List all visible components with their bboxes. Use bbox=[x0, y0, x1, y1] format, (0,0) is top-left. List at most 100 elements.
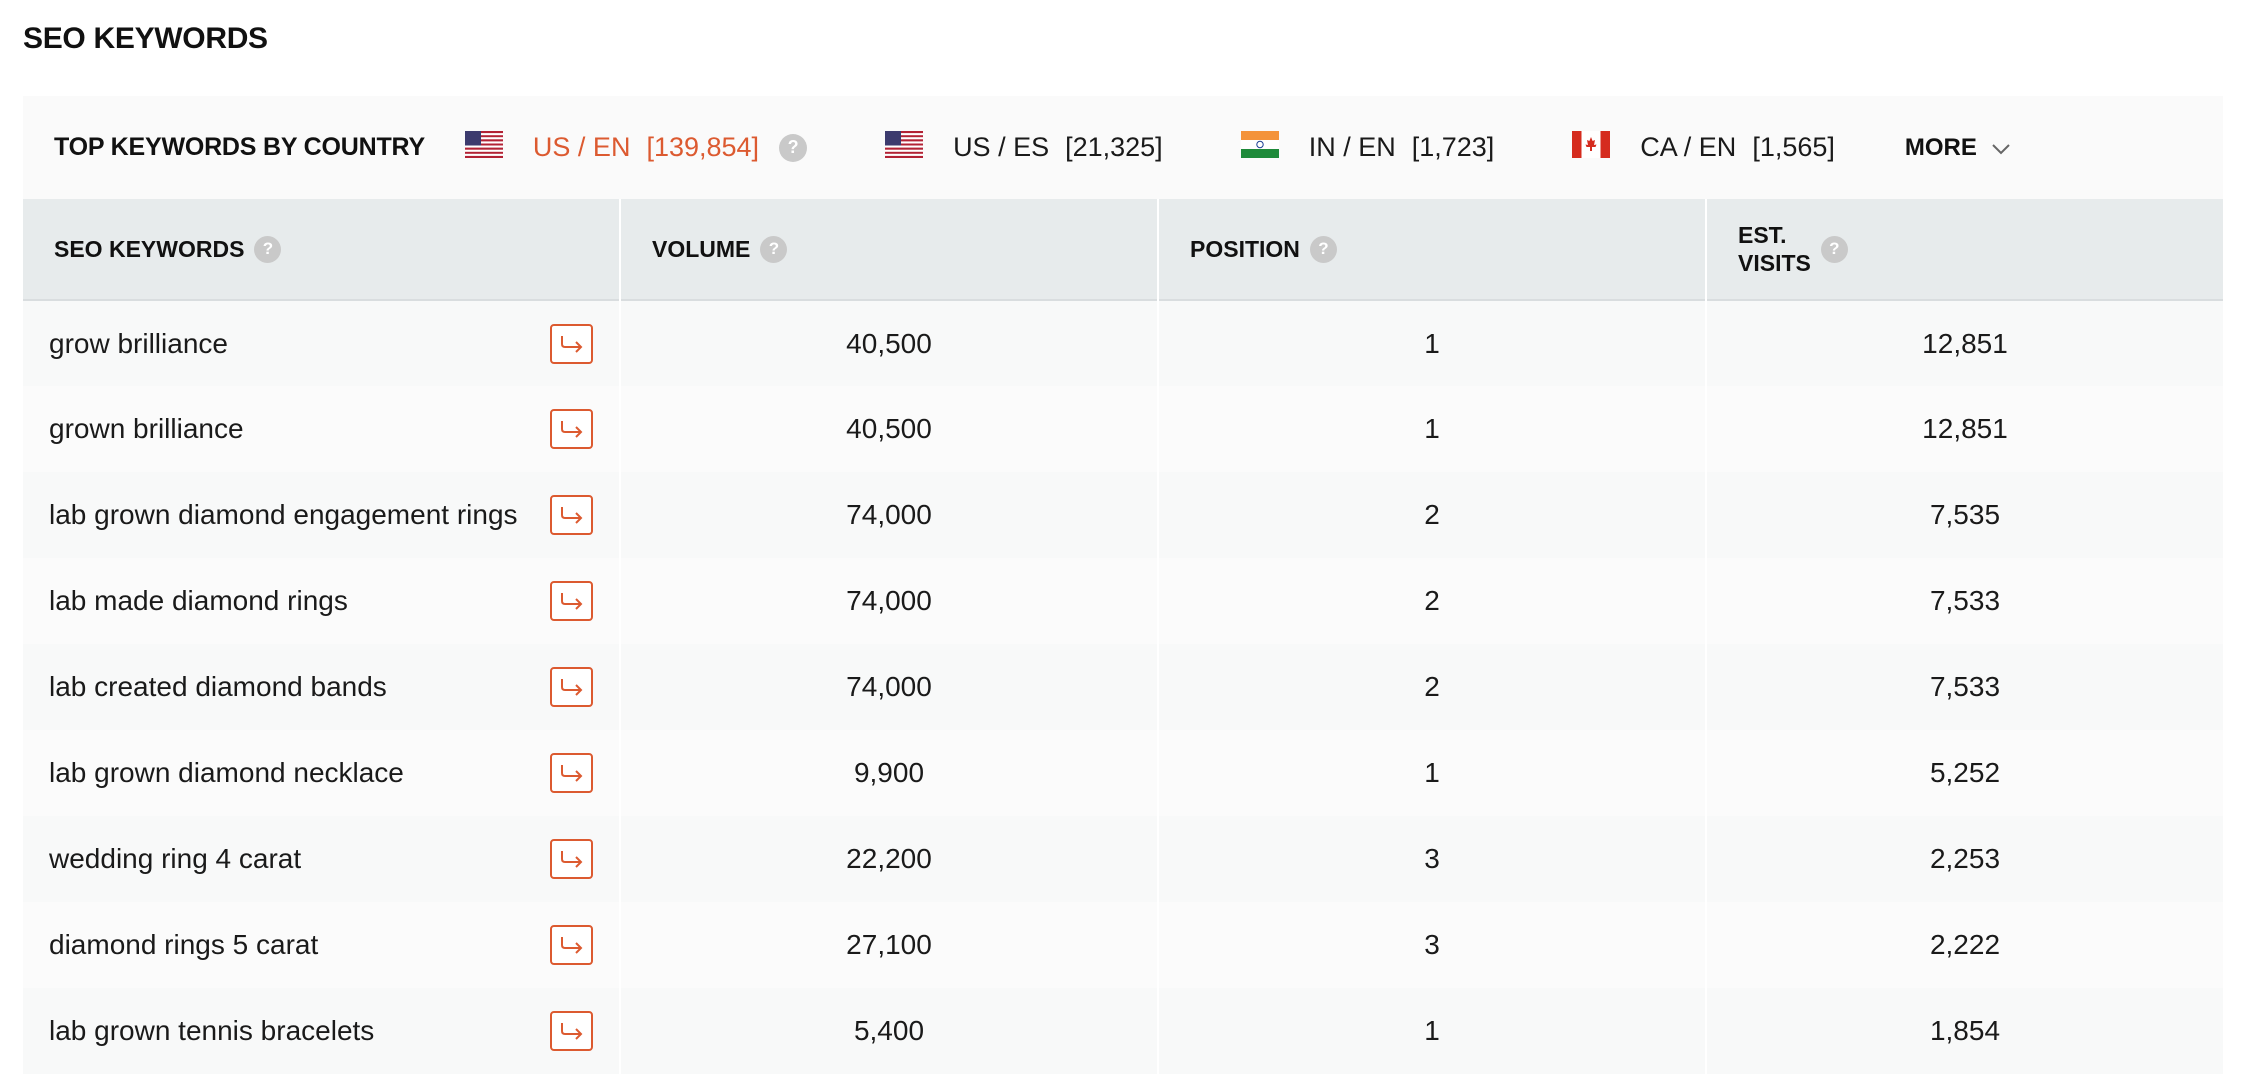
column-header-label: SEO KEYWORDS bbox=[54, 235, 245, 262]
arrow-turn-right-icon bbox=[560, 507, 582, 524]
open-keyword-button[interactable] bbox=[550, 839, 593, 879]
seo-keywords-page: SEO KEYWORDS TOP KEYWORDS BY COUNTRY US … bbox=[0, 0, 2246, 1092]
arrow-turn-right-icon bbox=[560, 593, 582, 610]
volume-cell: 9,900 bbox=[620, 730, 1159, 816]
country-tab-code: IN / EN bbox=[1308, 132, 1396, 162]
arrow-turn-right-icon bbox=[560, 765, 582, 782]
country-bar: TOP KEYWORDS BY COUNTRY US / EN [139,854… bbox=[23, 96, 2223, 199]
column-header-keywords: SEO KEYWORDS ? bbox=[23, 199, 621, 300]
position-cell: 2 bbox=[1158, 472, 1707, 558]
keyword-text: lab grown diamond engagement rings bbox=[49, 499, 518, 530]
position-cell: 2 bbox=[1158, 644, 1707, 730]
volume-cell: 40,500 bbox=[620, 386, 1159, 472]
arrow-turn-right-icon bbox=[560, 851, 582, 868]
keyword-text: lab grown diamond necklace bbox=[49, 757, 404, 788]
country-tab-in-en[interactable]: IN / EN [1,723] bbox=[1240, 130, 1494, 165]
keyword-text: diamond rings 5 carat bbox=[49, 929, 319, 960]
table-row: lab grown diamond necklace 9,900 1 5,252 bbox=[23, 730, 2223, 816]
chevron-down-icon bbox=[1991, 134, 2011, 162]
page-title: SEO KEYWORDS bbox=[23, 22, 268, 55]
country-tab-count: [21,325] bbox=[1065, 132, 1163, 162]
country-tab-us-es[interactable]: US / ES [21,325] bbox=[885, 130, 1163, 165]
keyword-text: wedding ring 4 carat bbox=[49, 843, 302, 874]
keywords-panel: TOP KEYWORDS BY COUNTRY US / EN [139,854… bbox=[23, 96, 2223, 1074]
open-keyword-button[interactable] bbox=[550, 753, 593, 793]
column-header-label: VOLUME bbox=[652, 235, 751, 262]
table-row: lab created diamond bands 74,000 2 7,533 bbox=[23, 644, 2223, 730]
volume-cell: 74,000 bbox=[620, 558, 1159, 644]
us-flag-icon bbox=[464, 130, 503, 165]
help-icon[interactable]: ? bbox=[1820, 235, 1848, 263]
country-tab-code: US / EN bbox=[532, 132, 631, 162]
help-icon[interactable]: ? bbox=[779, 133, 808, 162]
open-keyword-button[interactable] bbox=[550, 1011, 593, 1051]
keyword-cell: lab grown diamond engagement rings bbox=[23, 472, 621, 558]
keyword-cell: lab grown diamond necklace bbox=[23, 730, 621, 816]
table-row: lab made diamond rings 74,000 2 7,533 bbox=[23, 558, 2223, 644]
open-keyword-button[interactable] bbox=[550, 581, 593, 621]
help-icon[interactable]: ? bbox=[1309, 235, 1337, 263]
volume-cell: 40,500 bbox=[620, 300, 1159, 386]
open-keyword-button[interactable] bbox=[550, 409, 593, 449]
position-cell: 1 bbox=[1158, 300, 1707, 386]
keyword-cell: diamond rings 5 carat bbox=[23, 902, 621, 988]
table-row: wedding ring 4 carat 22,200 3 2,253 bbox=[23, 816, 2223, 902]
keyword-text: grow brilliance bbox=[49, 327, 228, 359]
est-visits-cell: 12,851 bbox=[1706, 386, 2223, 472]
keyword-cell: grown brilliance bbox=[23, 386, 621, 472]
table-row: lab grown tennis bracelets 5,400 1 1,854 bbox=[23, 988, 2223, 1074]
keyword-text: grown brilliance bbox=[49, 413, 244, 444]
more-label: MORE bbox=[1904, 133, 1977, 161]
country-tab-count: [1,565] bbox=[1752, 132, 1835, 162]
position-cell: 3 bbox=[1158, 816, 1707, 902]
keyword-cell: lab created diamond bands bbox=[23, 644, 621, 730]
arrow-turn-right-icon bbox=[560, 335, 582, 353]
canada-flag-icon bbox=[1572, 130, 1611, 165]
table-row: grown brilliance 40,500 1 12,851 bbox=[23, 386, 2223, 472]
volume-cell: 74,000 bbox=[620, 644, 1159, 730]
table-row: lab grown diamond engagement rings 74,00… bbox=[23, 472, 2223, 558]
arrow-turn-right-icon bbox=[560, 1023, 582, 1040]
country-bar-label: TOP KEYWORDS BY COUNTRY bbox=[54, 133, 425, 161]
table-row: grow brilliance 40,500 1 12,851 bbox=[23, 300, 2223, 386]
arrow-turn-right-icon bbox=[560, 679, 582, 696]
arrow-turn-right-icon bbox=[560, 937, 582, 954]
volume-cell: 22,200 bbox=[620, 816, 1159, 902]
position-cell: 3 bbox=[1158, 902, 1707, 988]
help-icon[interactable]: ? bbox=[254, 235, 282, 263]
keyword-text: lab created diamond bands bbox=[49, 671, 387, 702]
table-header-row: SEO KEYWORDS ? VOLUME ? POSITION ? EST. … bbox=[23, 199, 2223, 300]
est-visits-cell: 1,854 bbox=[1706, 988, 2223, 1074]
us-flag-icon bbox=[885, 130, 924, 165]
volume-cell: 5,400 bbox=[620, 988, 1159, 1074]
est-visits-cell: 2,253 bbox=[1706, 816, 2223, 902]
country-tab-ca-en[interactable]: CA / EN [1,565] bbox=[1572, 130, 1835, 165]
column-header-label: EST. VISITS bbox=[1738, 222, 1811, 276]
est-visits-cell: 7,535 bbox=[1706, 472, 2223, 558]
est-visits-cell: 12,851 bbox=[1706, 300, 2223, 386]
open-keyword-button[interactable] bbox=[550, 925, 593, 965]
arrow-turn-right-icon bbox=[560, 421, 582, 438]
more-countries-button[interactable]: MORE bbox=[1905, 134, 2011, 162]
keyword-text: lab grown tennis bracelets bbox=[49, 1015, 375, 1046]
volume-cell: 74,000 bbox=[620, 472, 1159, 558]
keywords-table: SEO KEYWORDS ? VOLUME ? POSITION ? EST. … bbox=[23, 199, 2223, 1074]
keyword-cell: lab made diamond rings bbox=[23, 558, 621, 644]
column-header-position: POSITION ? bbox=[1158, 199, 1707, 300]
est-visits-cell: 7,533 bbox=[1706, 558, 2223, 644]
open-keyword-button[interactable] bbox=[550, 323, 593, 364]
keyword-cell: wedding ring 4 carat bbox=[23, 816, 621, 902]
open-keyword-button[interactable] bbox=[550, 495, 593, 535]
est-visits-cell: 2,222 bbox=[1706, 902, 2223, 988]
table-row: diamond rings 5 carat 27,100 3 2,222 bbox=[23, 902, 2223, 988]
position-cell: 1 bbox=[1158, 988, 1707, 1074]
help-icon[interactable]: ? bbox=[760, 235, 788, 263]
country-tab-count: [139,854] bbox=[646, 132, 760, 162]
open-keyword-button[interactable] bbox=[550, 667, 593, 707]
keyword-text: lab made diamond rings bbox=[49, 585, 348, 616]
country-tab-us-en[interactable]: US / EN [139,854] ? bbox=[464, 130, 808, 165]
est-visits-cell: 5,252 bbox=[1706, 730, 2223, 816]
keyword-cell: grow brilliance bbox=[23, 300, 621, 386]
column-header-volume: VOLUME ? bbox=[620, 199, 1159, 300]
keyword-cell: lab grown tennis bracelets bbox=[23, 988, 621, 1074]
